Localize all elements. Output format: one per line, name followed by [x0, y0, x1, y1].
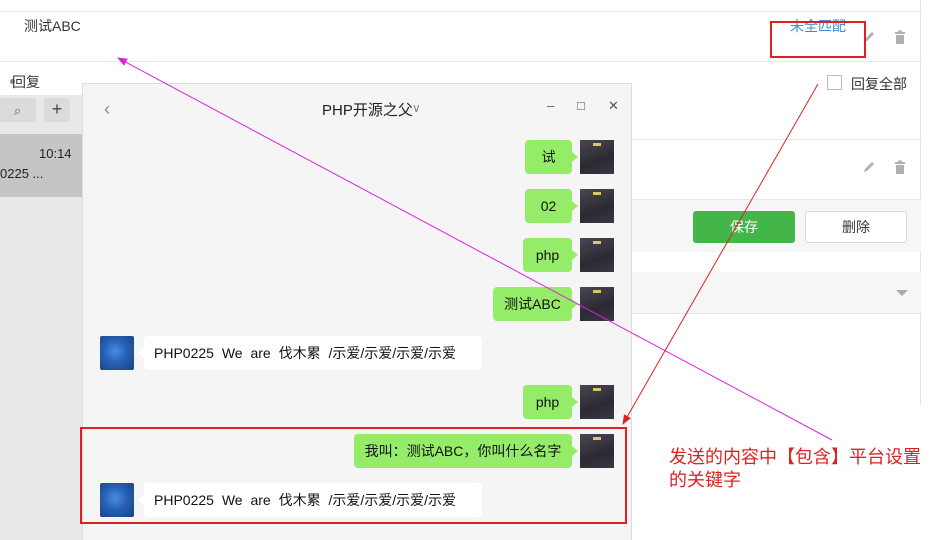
reply-all-checkbox[interactable] [827, 75, 842, 90]
annotation-text: 发送的内容中【包含】平台设置 的关键字 [669, 446, 921, 492]
trash-icon[interactable] [893, 160, 907, 174]
save-button[interactable]: 保存 [693, 211, 795, 243]
maximize-icon[interactable]: □ [577, 98, 585, 113]
highlight-box-chat [80, 427, 627, 524]
chat-title[interactable]: PHP开源之父 [322, 99, 413, 120]
annotation-line-1: 发送的内容中【包含】平台设置 [669, 447, 921, 467]
close-icon[interactable]: ✕ [608, 98, 619, 114]
message-bubble-received[interactable]: PHP0225 We are 伐木累 /示爱/示爱/示爱/示爱 [138, 336, 482, 370]
annotation-line-2: 的关键字 [669, 470, 741, 490]
collapsed-rule-header[interactable] [600, 272, 921, 314]
avatar[interactable] [580, 238, 614, 272]
message-bubble-sent[interactable]: 02 [525, 189, 578, 223]
search-icon[interactable]: ⌕ [14, 103, 21, 119]
edit-icon[interactable] [862, 160, 876, 174]
message-bubble-sent[interactable]: 测试ABC [493, 287, 578, 321]
avatar[interactable] [580, 287, 614, 321]
reply-row [600, 100, 921, 140]
message-bubble-sent[interactable]: php [523, 238, 578, 272]
add-chat-button[interactable]: + [44, 98, 70, 122]
screenshot-root: 测试ABC 未全匹配 回复 回复全部 保存 删除 ⌕ + 10:14 0225 … [0, 0, 951, 540]
keyword-text: 测试ABC [24, 18, 81, 34]
avatar[interactable] [580, 385, 614, 419]
avatar[interactable] [100, 336, 134, 370]
avatar[interactable] [580, 189, 614, 223]
message-bubble-sent[interactable]: php [523, 385, 578, 419]
avatar[interactable] [580, 140, 614, 174]
minimize-icon[interactable]: – [547, 98, 554, 113]
back-icon[interactable]: ‹ [104, 99, 110, 120]
chevron-down-icon[interactable] [896, 290, 908, 296]
conversation-time: 10:14 [39, 146, 72, 161]
reply-section-label: 回复 [12, 74, 40, 90]
delete-button[interactable]: 删除 [805, 211, 907, 243]
chevron-down-icon[interactable]: ∨ [412, 101, 421, 115]
message-bubble-sent[interactable]: 试 [525, 140, 578, 174]
highlight-box-match-mode [770, 21, 866, 58]
trash-icon[interactable] [893, 30, 907, 44]
conversation-preview: 0225 ... [0, 166, 44, 181]
reply-all-label: 回复全部 [851, 76, 907, 92]
